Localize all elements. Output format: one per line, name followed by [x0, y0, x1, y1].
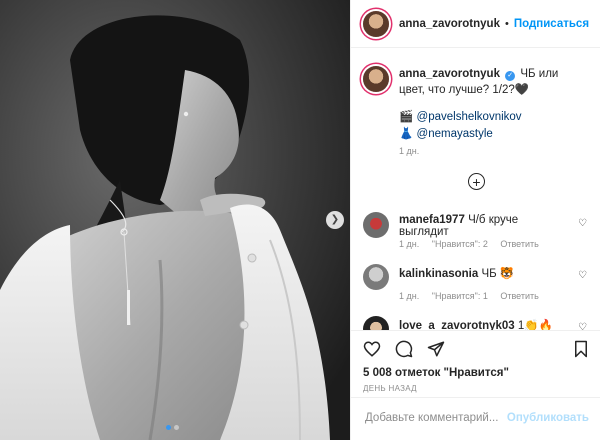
comment-text: kalinkinasonia ЧБ 🐯	[399, 266, 564, 280]
comment-form: Опубликовать	[351, 397, 600, 441]
likes-count[interactable]: 5 008 отметок "Нравится"	[363, 367, 509, 379]
comment-body: ЧБ 🐯	[481, 268, 515, 280]
comment-time: 1 дн.	[399, 239, 420, 249]
header-separator: •	[504, 17, 509, 30]
caption-mentions: 🎬 @pavelshelkovnikov 👗 @nemayastyle	[399, 109, 522, 143]
comment-meta: 1 дн. "Нравится": 2 Ответить	[399, 239, 549, 249]
post-date: ДЕНЬ НАЗАД	[363, 384, 417, 393]
comment-username[interactable]: kalinkinasonia	[399, 268, 478, 280]
comment-likes[interactable]: "Нравится": 2	[432, 239, 488, 249]
avatar[interactable]	[363, 212, 389, 238]
heart-icon[interactable]	[363, 340, 381, 358]
carousel-dot-2	[174, 425, 179, 430]
comment-icon[interactable]	[395, 340, 413, 358]
heart-icon[interactable]: ♡	[578, 270, 587, 281]
caption: anna_zavorotnyuk ✓ ЧБ или цвет, что лучш…	[351, 49, 600, 199]
verified-badge-icon: ✓	[505, 71, 516, 81]
action-icons	[363, 340, 445, 358]
list-item: kalinkinasonia ЧБ 🐯 1 дн. "Нравится": 1 …	[363, 264, 593, 304]
share-icon[interactable]	[427, 340, 445, 358]
comment-likes[interactable]: "Нравится": 1	[432, 291, 488, 301]
reply-button[interactable]: Ответить	[500, 239, 538, 249]
reply-button[interactable]: Ответить	[500, 291, 538, 301]
caption-author[interactable]: anna_zavorotnyuk	[399, 68, 500, 80]
post-header: anna_zavorotnyuk • Подписаться	[351, 0, 600, 48]
comment-username[interactable]: manefa1977	[399, 214, 465, 226]
post-sidebar: anna_zavorotnyuk • Подписаться anna_zavo…	[350, 0, 600, 440]
mention-link[interactable]: @nemayastyle	[417, 128, 493, 140]
bookmark-wrapper	[573, 340, 589, 358]
comment-meta: 1 дн. "Нравится": 1 Ответить	[399, 291, 549, 301]
post-actions: 5 008 отметок "Нравится" ДЕНЬ НАЗАД Опуб…	[351, 330, 600, 440]
bookmark-icon[interactable]	[573, 340, 589, 358]
publish-button[interactable]: Опубликовать	[507, 412, 589, 424]
dress-icon: 👗	[399, 128, 414, 140]
follow-button[interactable]: Подписаться	[514, 18, 589, 30]
list-item: manefa1977 Ч/б круче выглядит 1 дн. "Нра…	[363, 212, 593, 252]
comment-text: manefa1977 Ч/б круче выглядит	[399, 214, 564, 238]
plus-circle-icon[interactable]: +	[468, 173, 485, 190]
carousel-dots	[166, 425, 179, 430]
caption-avatar[interactable]	[363, 66, 389, 92]
comment-input[interactable]	[363, 411, 527, 425]
header-username[interactable]: anna_zavorotnyuk	[399, 18, 500, 30]
photo-illustration	[0, 0, 350, 440]
comment-time: 1 дн.	[399, 291, 420, 301]
caption-text: anna_zavorotnyuk ✓ ЧБ или цвет, что лучш…	[399, 66, 584, 98]
post-photo[interactable]: ❯	[0, 0, 350, 440]
carousel-dot-1	[166, 425, 171, 430]
heart-icon[interactable]: ♡	[578, 218, 587, 229]
avatar[interactable]	[363, 264, 389, 290]
caption-time: 1 дн.	[399, 146, 420, 156]
avatar[interactable]	[363, 10, 389, 37]
chevron-right-icon[interactable]: ❯	[326, 211, 344, 229]
clapperboard-icon: 🎬	[399, 111, 414, 123]
mention-link[interactable]: @pavelshelkovnikov	[417, 111, 522, 123]
